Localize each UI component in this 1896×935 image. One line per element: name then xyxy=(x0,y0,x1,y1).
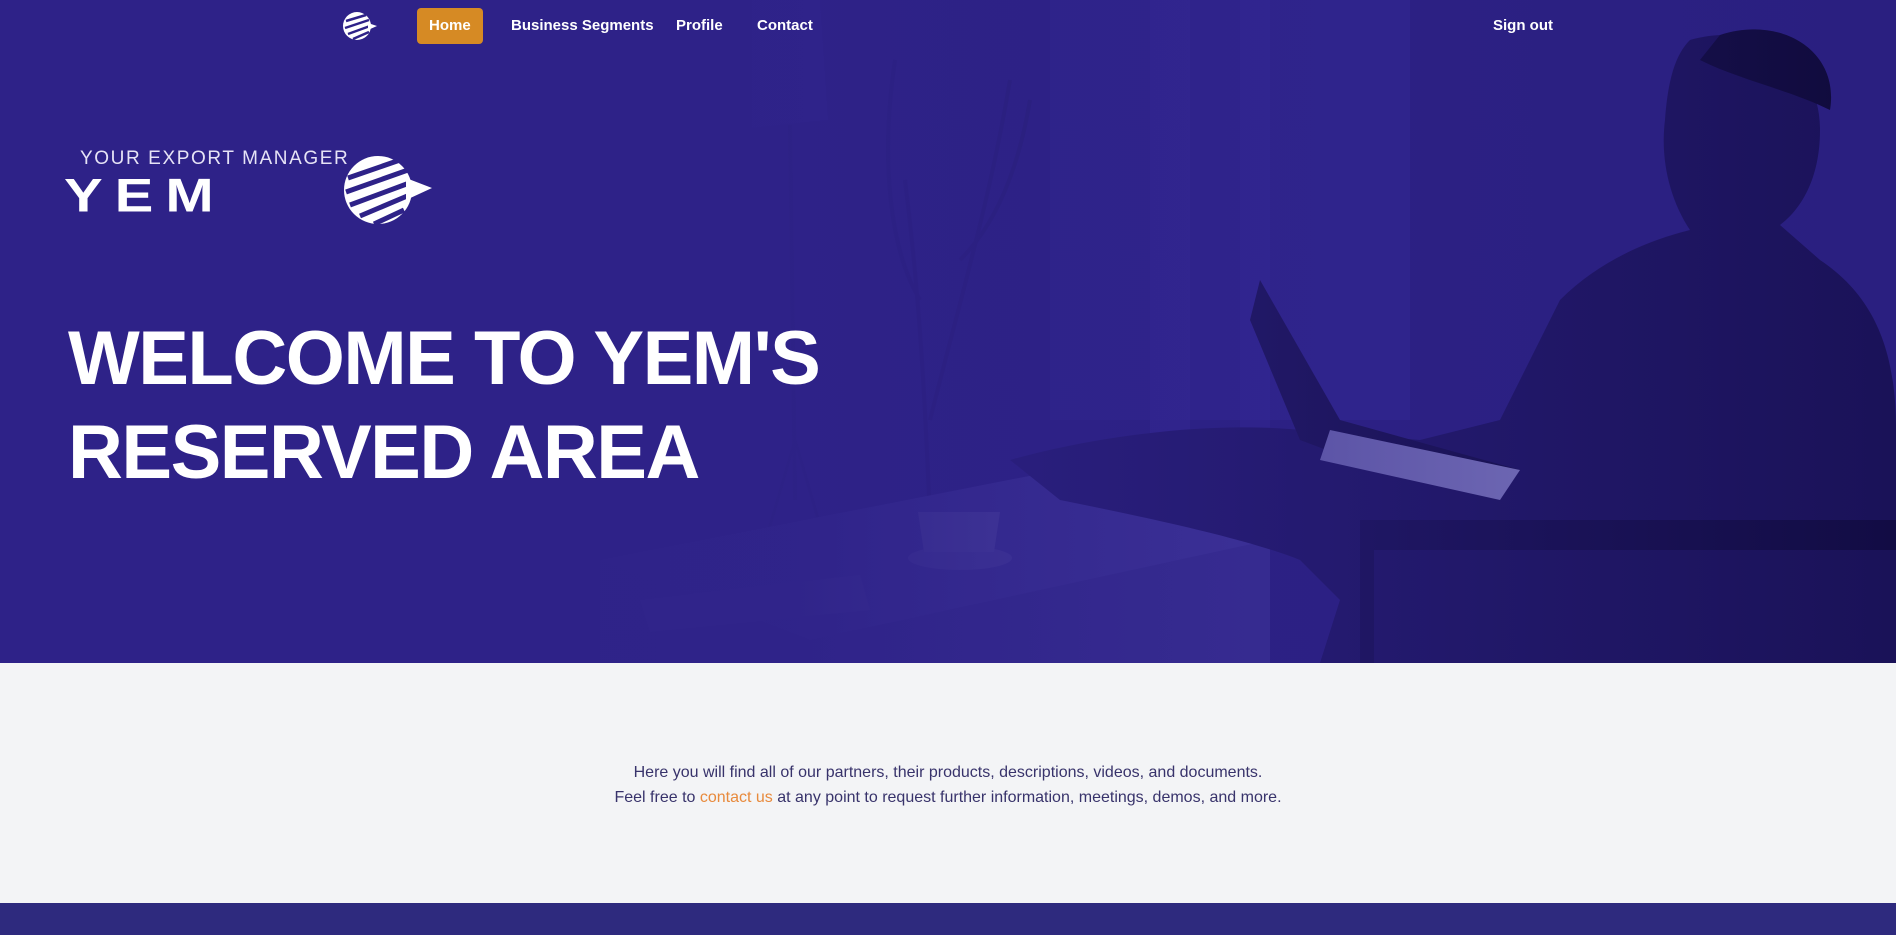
globe-arrow-icon xyxy=(344,156,432,227)
intro-line-2-suffix: at any point to request further informat… xyxy=(772,789,1282,806)
nav-profile-link[interactable]: Profile xyxy=(664,8,735,44)
brand-tagline: YOUR EXPORT MANAGER xyxy=(80,148,350,169)
brand-wordmark: YEM xyxy=(64,168,226,223)
nav-logo-icon[interactable] xyxy=(342,9,378,43)
contact-us-link[interactable]: contact us xyxy=(700,789,773,806)
nav-business-segments-link[interactable]: Business Segments xyxy=(499,8,666,44)
footer-band xyxy=(0,903,1896,935)
intro-line-1: Here you will find all of our partners, … xyxy=(633,764,1263,781)
sign-out-link[interactable]: Sign out xyxy=(1481,8,1565,44)
top-navigation: Home Business Segments Profile Contact S… xyxy=(0,0,1896,52)
hero-headline: WELCOME TO YEM'S RESERVED AREA xyxy=(68,312,821,500)
headline-line-2: RESERVED AREA xyxy=(68,410,700,495)
intro-section: Here you will find all of our partners, … xyxy=(0,760,1896,810)
hero-banner: Home Business Segments Profile Contact S… xyxy=(0,0,1896,663)
yem-brand-logo: YOUR EXPORT MANAGER YEM xyxy=(64,148,434,232)
headline-line-1: WELCOME TO YEM'S xyxy=(68,316,821,401)
nav-home-link[interactable]: Home xyxy=(417,8,483,44)
intro-line-2-prefix: Feel free to xyxy=(614,789,700,806)
nav-contact-link[interactable]: Contact xyxy=(745,8,825,44)
intro-line-2: Feel free to contact us at any point to … xyxy=(0,785,1896,810)
